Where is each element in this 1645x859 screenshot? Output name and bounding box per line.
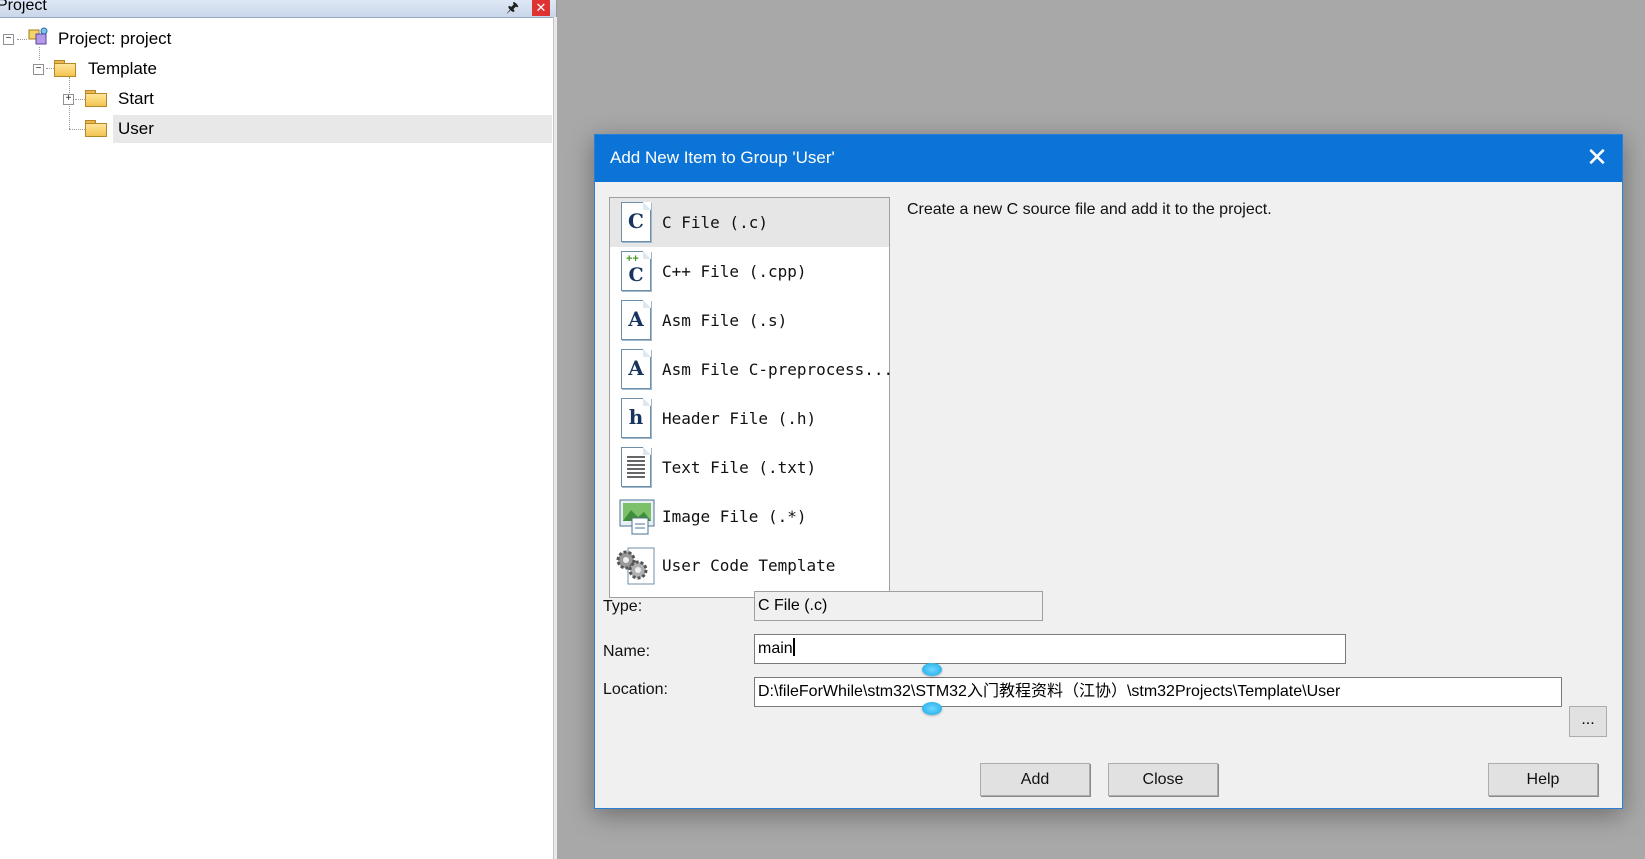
image-file-icon [619, 499, 655, 535]
text-file-icon [621, 447, 651, 487]
item-label: Text File (.txt) [662, 458, 817, 477]
folder-icon [85, 120, 107, 137]
c-file-icon: C [621, 202, 651, 242]
item-label: C File (.c) [662, 213, 768, 232]
tree-label-user: User [118, 119, 154, 138]
tree-connector [69, 129, 85, 130]
asm-file-icon: A [621, 300, 651, 340]
tree-label-template: Template [88, 59, 157, 78]
list-item-c-file[interactable]: C C File (.c) [610, 198, 889, 247]
text-caret [792, 638, 795, 656]
browse-button[interactable]: ... [1569, 706, 1607, 737]
add-button[interactable]: Add [980, 763, 1090, 796]
location-input[interactable]: D:\fileForWhile\stm32\STM32入门教程资料（江协）\st… [754, 677, 1562, 707]
tree-item-start[interactable]: + Start [0, 85, 552, 113]
close-icon[interactable]: ✕ [1572, 135, 1622, 182]
close-icon[interactable]: ✕ [532, 0, 550, 16]
list-item-header-file[interactable]: h Header File (.h) [610, 394, 889, 443]
name-label: Name: [603, 643, 651, 660]
close-button[interactable]: Close [1108, 763, 1218, 796]
dialog-titlebar[interactable]: Add New Item to Group 'User' ✕ [595, 135, 1622, 182]
item-description: Create a new C source file and add it to… [907, 201, 1272, 218]
project-panel-titlebar: Project 🖈 ✕ [0, 0, 556, 18]
list-item-user-code-template[interactable]: User Code Template [610, 541, 889, 590]
selection-handle-top[interactable] [922, 663, 942, 676]
dialog-title: Add New Item to Group 'User' [610, 148, 835, 167]
tree-label-start: Start [118, 89, 154, 108]
name-value: main [758, 640, 793, 657]
list-item-text-file[interactable]: Text File (.txt) [610, 443, 889, 492]
type-field: C File (.c) [754, 591, 1043, 621]
item-label: Asm File C-preprocess... [662, 360, 894, 379]
header-file-icon: h [621, 398, 651, 438]
collapse-icon[interactable]: − [3, 34, 14, 45]
expand-icon[interactable]: + [63, 94, 74, 105]
gears-icon [616, 547, 655, 585]
tree-item-template[interactable]: − Template [0, 55, 552, 83]
help-button[interactable]: Help [1488, 763, 1598, 796]
list-item-cpp-file[interactable]: C ++ C++ File (.cpp) [610, 247, 889, 296]
project-icon [28, 27, 48, 45]
tree-item-project[interactable]: − Project: project [0, 25, 552, 53]
name-input[interactable]: main [754, 634, 1346, 664]
add-new-item-dialog: Add New Item to Group 'User' ✕ C C File … [594, 134, 1623, 809]
open-folder-icon [54, 60, 76, 77]
pin-icon[interactable]: 🖈 [506, 0, 519, 21]
type-label: Type: [603, 598, 643, 615]
asm-file-icon: A [621, 349, 651, 389]
list-item-asm-preprocess-file[interactable]: A Asm File C-preprocess... [610, 345, 893, 394]
project-panel: Project 🖈 ✕ − Project: project − Templat… [0, 0, 557, 859]
project-panel-title: Project [0, 0, 47, 14]
tree-label-project: Project: project [58, 29, 172, 48]
tree-item-user[interactable]: User [85, 115, 552, 143]
item-label: C++ File (.cpp) [662, 262, 807, 281]
item-label: Image File (.*) [662, 507, 807, 526]
item-label: Asm File (.s) [662, 311, 788, 330]
item-label: User Code Template [662, 556, 836, 575]
location-label: Location: [603, 681, 668, 698]
selection-handle-bottom[interactable] [922, 702, 942, 715]
item-label: Header File (.h) [662, 409, 817, 428]
folder-icon [85, 90, 107, 107]
list-item-asm-file[interactable]: A Asm File (.s) [610, 296, 889, 345]
collapse-icon[interactable]: − [33, 64, 44, 75]
file-type-list[interactable]: C C File (.c) C ++ C++ File (.cpp) A Asm… [609, 197, 893, 598]
list-item-image-file[interactable]: Image File (.*) [610, 492, 889, 541]
cpp-file-icon: C ++ [621, 251, 651, 291]
panel-splitter[interactable] [553, 17, 557, 859]
